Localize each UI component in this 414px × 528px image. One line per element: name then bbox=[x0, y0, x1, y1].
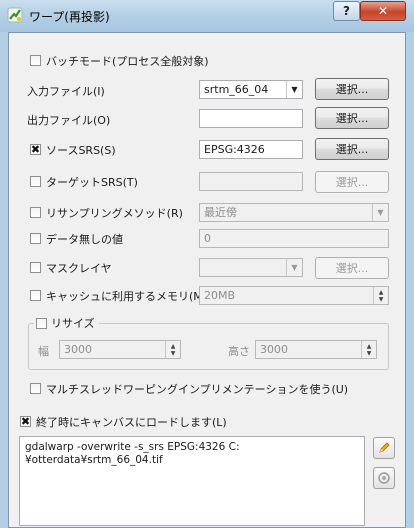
resize-height-label: 高さ bbox=[228, 345, 250, 358]
target-srs-input[interactable] bbox=[199, 172, 303, 191]
mask-layer-browse-button[interactable]: 選択... bbox=[315, 257, 389, 279]
batch-mode-label: バッチモード(プロセス全般対象) bbox=[46, 55, 209, 68]
cache-memory-label: キャッシュに利用するメモリ(M) bbox=[46, 290, 208, 303]
multithread-label: マルチスレッドワーピングインプリメンテーションを使う(U) bbox=[46, 383, 349, 396]
nodata-label: データ無しの値 bbox=[46, 233, 123, 246]
chevron-down-icon[interactable]: ▼ bbox=[286, 259, 302, 276]
help-button[interactable]: ? bbox=[333, 1, 360, 21]
window-frame-left bbox=[0, 32, 8, 528]
pencil-icon bbox=[379, 442, 390, 453]
reset-command-button[interactable] bbox=[373, 467, 395, 489]
command-textarea[interactable]: gdalwarp -overwrite -s_srs EPSG:4326 C: … bbox=[19, 436, 365, 526]
spin-arrows-icon[interactable]: ▲ ▼ bbox=[373, 287, 388, 304]
source-srs-input[interactable]: EPSG:4326 bbox=[199, 140, 303, 159]
spin-arrows-icon[interactable]: ▲ ▼ bbox=[361, 341, 376, 358]
nodata-checkbox[interactable] bbox=[30, 233, 41, 244]
target-srs-label: ターゲットSRS(T) bbox=[46, 176, 138, 189]
input-file-value: srtm_66_04 bbox=[204, 83, 269, 96]
source-srs-browse-button[interactable]: 選択... bbox=[315, 138, 389, 160]
cache-memory-spinbox[interactable]: 20MB ▲ ▼ bbox=[199, 286, 389, 305]
target-srs-checkbox[interactable] bbox=[30, 176, 41, 187]
resize-height-spinbox[interactable]: 3000 ▲ ▼ bbox=[255, 340, 377, 359]
resize-group-header: リサイズ bbox=[34, 315, 99, 331]
multithread-checkbox[interactable] bbox=[30, 383, 41, 394]
dialog-content: バッチモード(プロセス全般対象) 入力ファイル(I) srtm_66_04 ▼ … bbox=[8, 32, 406, 528]
close-button[interactable]: ✕ bbox=[360, 1, 406, 21]
input-file-browse-button[interactable]: 選択... bbox=[315, 78, 389, 100]
input-file-label: 入力ファイル(I) bbox=[27, 85, 105, 98]
cache-memory-checkbox[interactable] bbox=[30, 290, 41, 301]
resize-width-value: 3000 bbox=[64, 343, 92, 356]
load-into-canvas-label: 終了時にキャンバスにロードします(L) bbox=[36, 416, 227, 429]
resampling-label: リサンプリングメソッド(R) bbox=[46, 207, 183, 220]
chevron-down-icon[interactable]: ▼ bbox=[286, 81, 302, 98]
batch-mode-checkbox[interactable] bbox=[30, 55, 41, 66]
mask-layer-label: マスクレイヤ bbox=[46, 262, 112, 275]
resize-width-spinbox[interactable]: 3000 ▲ ▼ bbox=[59, 340, 181, 359]
nodata-input[interactable]: 0 bbox=[199, 229, 389, 248]
output-file-label: 出力ファイル(O) bbox=[27, 114, 111, 127]
output-file-browse-button[interactable]: 選択... bbox=[315, 107, 389, 129]
window-frame-right bbox=[406, 32, 414, 528]
resize-width-label: 幅 bbox=[38, 345, 49, 358]
resize-height-value: 3000 bbox=[260, 343, 288, 356]
check-icon: ✖ bbox=[30, 143, 41, 156]
chevron-down-icon[interactable]: ▼ bbox=[372, 204, 388, 221]
check-icon: ✖ bbox=[20, 415, 31, 428]
mask-layer-combo[interactable]: ▼ bbox=[199, 258, 303, 277]
resampling-value: 最近傍 bbox=[204, 206, 237, 219]
reset-icon bbox=[378, 472, 390, 484]
window-title: ワープ(再投影) bbox=[29, 10, 110, 24]
resampling-checkbox[interactable] bbox=[30, 207, 41, 218]
resize-label: リサイズ bbox=[51, 317, 95, 330]
output-file-input[interactable] bbox=[199, 109, 303, 128]
cache-memory-value: 20MB bbox=[204, 289, 236, 302]
source-srs-label: ソースSRS(S) bbox=[46, 144, 116, 157]
spin-arrows-icon[interactable]: ▲ ▼ bbox=[165, 341, 180, 358]
resampling-combo[interactable]: 最近傍 ▼ bbox=[199, 203, 389, 222]
mask-layer-checkbox[interactable] bbox=[30, 262, 41, 273]
input-file-combo[interactable]: srtm_66_04 ▼ bbox=[199, 80, 303, 99]
edit-command-button[interactable] bbox=[373, 437, 395, 459]
qgis-icon bbox=[7, 7, 23, 23]
title-bar[interactable]: ワープ(再投影) ? ✕ bbox=[0, 0, 414, 32]
resize-checkbox[interactable] bbox=[36, 317, 47, 329]
load-into-canvas-checkbox[interactable]: ✖ bbox=[20, 416, 31, 427]
source-srs-checkbox[interactable]: ✖ bbox=[30, 144, 41, 155]
target-srs-browse-button[interactable]: 選択... bbox=[315, 171, 389, 193]
